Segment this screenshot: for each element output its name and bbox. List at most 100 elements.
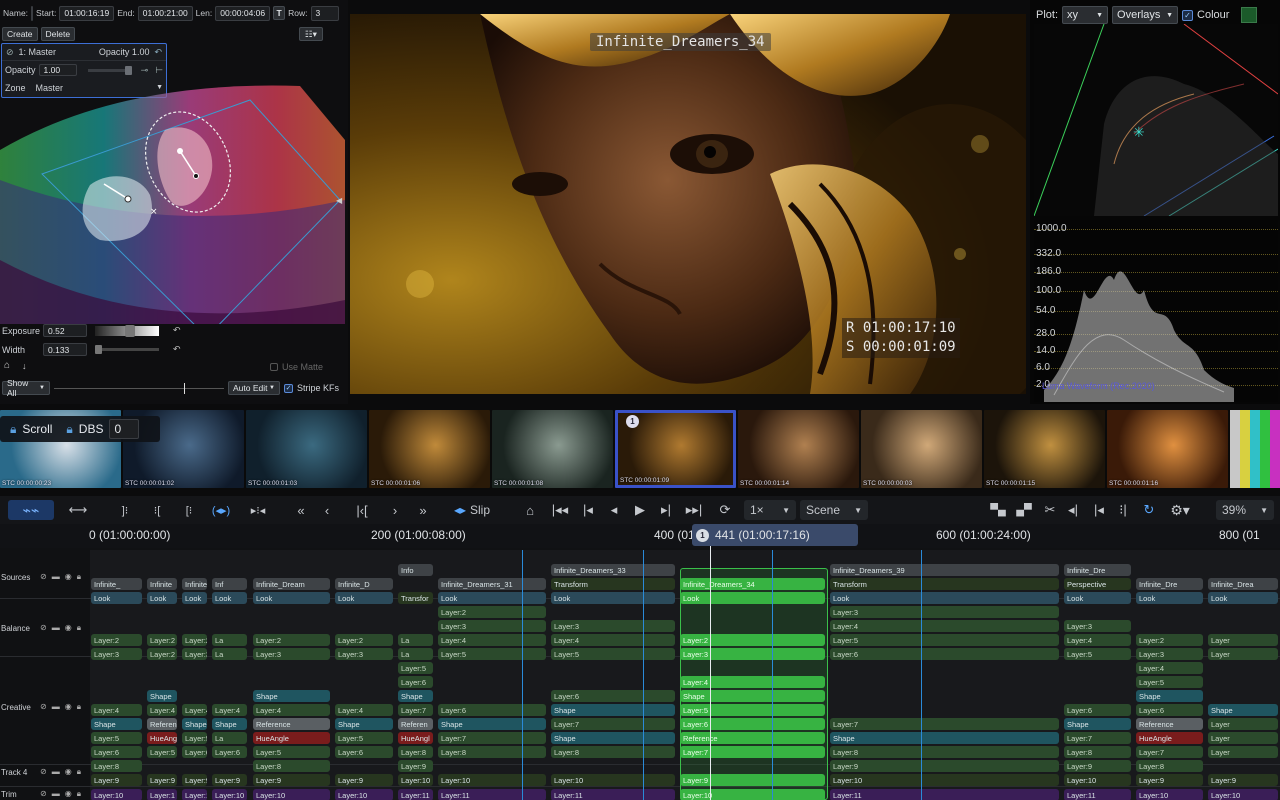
timeline-clip[interactable]: Layer:9 [1064, 760, 1131, 772]
track-sources[interactable]: Sources ⊘▬◉🔒︎ [0, 571, 90, 583]
list-menu-icon[interactable]: ☷▾ [299, 27, 323, 41]
timeline-clip[interactable]: Layer:2 [253, 634, 330, 646]
scrub-slider[interactable] [54, 382, 224, 394]
ripple-icon[interactable]: (◂▸) [206, 500, 236, 520]
tape-mode-icon[interactable]: ⌁⌁ [8, 500, 54, 520]
slip-button[interactable]: ◂▸ Slip [448, 500, 496, 520]
timeline-clip[interactable]: Reference [680, 732, 825, 744]
timeline-clip[interactable]: Layer:6 [1064, 704, 1131, 716]
timeline-clip[interactable]: Inf [212, 578, 247, 590]
delete-button[interactable]: Delete [40, 27, 76, 41]
timeline-clip[interactable]: Layer:5 [398, 662, 433, 674]
timeline-clip[interactable]: Layer:8 [438, 746, 546, 758]
timeline-clip[interactable]: Shape [1136, 690, 1203, 702]
trim-left-icon[interactable]: ]⁝ [114, 500, 136, 520]
opacity-field[interactable]: 1.00 [38, 64, 77, 76]
timeline-clip[interactable]: Infinite_D [335, 578, 393, 590]
start-field[interactable]: 01:00:16:19 [59, 5, 115, 21]
timeline-clip[interactable]: Layer:10 [212, 789, 247, 800]
auto-edit-dropdown[interactable]: Auto Edit ▼ [228, 381, 280, 395]
thumbnail-8[interactable]: STC 00:00:01:15 [984, 410, 1105, 488]
exposure-field[interactable]: 0.52 [43, 324, 87, 337]
timeline-clip[interactable]: Layer:5 [253, 746, 330, 758]
timeline-clip[interactable]: Transform [830, 578, 1059, 590]
timeline-clip[interactable]: Infinite_Dream [253, 578, 330, 590]
show-all-dropdown[interactable]: Show All ▼ [2, 378, 50, 398]
create-button[interactable]: Create [2, 27, 38, 41]
colour-checkbox[interactable]: ✓ [1182, 9, 1194, 21]
timeline-clip[interactable]: Layer:2 [182, 634, 207, 646]
timeline-clip[interactable]: La [212, 732, 247, 744]
timeline-clip[interactable]: Layer:2 [1136, 634, 1203, 646]
timeline-clip[interactable]: Layer:1 [147, 789, 177, 800]
timeline-clip[interactable]: Look [91, 592, 142, 604]
timeline-clip[interactable]: Layer:3 [335, 648, 393, 660]
timeline-clip[interactable]: La [398, 648, 433, 660]
timeline-clip[interactable]: Look [1136, 592, 1203, 604]
timeline-clip[interactable]: Layer:8 [398, 746, 433, 758]
timeline-clip[interactable]: Layer:6 [91, 746, 142, 758]
use-matte-checkbox[interactable] [270, 363, 278, 371]
timeline-clip[interactable]: Layer:4 [91, 704, 142, 716]
timeline-clip[interactable]: Shape [335, 718, 393, 730]
timeline-clip[interactable]: Infinite [147, 578, 177, 590]
timeline-clip[interactable]: Infinite_Dre [1064, 564, 1131, 576]
timeline-clip[interactable]: Layer:10 [398, 774, 433, 786]
timeline-clip[interactable]: HueAngle [1136, 732, 1203, 744]
timeline-clip[interactable]: Layer:4 [680, 676, 825, 688]
len-field[interactable]: 00:00:04:06 [215, 5, 271, 21]
timeline-clip[interactable]: Layer:3 [680, 648, 825, 660]
thumbnail-6[interactable]: STC 00:00:01:14 [738, 410, 859, 488]
timeline-clip[interactable]: Layer:3 [1064, 620, 1131, 632]
cut-icon[interactable]: ✂ [1040, 500, 1060, 520]
trim-right-icon[interactable]: [⁝ [178, 500, 200, 520]
timeline-clip[interactable]: Layer:2 [91, 634, 142, 646]
timeline-clip[interactable]: Shape [680, 690, 825, 702]
timeline-clip[interactable]: Layer:9 [1136, 774, 1203, 786]
scene-dropdown[interactable]: Scene ▼ [800, 500, 868, 520]
timeline-clip[interactable]: Layer:9 [680, 774, 825, 786]
timeline-clip[interactable]: Layer:5 [1064, 648, 1131, 660]
stack-up-icon[interactable]: ▀▄ [988, 500, 1008, 520]
track-creative[interactable]: Creative ⊘▬◉🔒︎ [0, 701, 90, 713]
timeline-clip[interactable]: Shape [398, 690, 433, 702]
next-icon[interactable]: › [386, 500, 404, 520]
timeline-clip[interactable]: La [398, 634, 433, 646]
timeline-clip[interactable]: Layer:3 [91, 648, 142, 660]
timeline-clip[interactable]: Layer [1208, 634, 1278, 646]
fit-width-icon[interactable]: ⟷ [64, 500, 92, 520]
timeline-clip[interactable]: Layer:5 [680, 704, 825, 716]
timeline-clip[interactable]: Layer:6 [398, 676, 433, 688]
timeline-clip[interactable]: Infinite_Drea [1208, 578, 1278, 590]
timeline-clip[interactable]: Layer:7 [830, 718, 1059, 730]
timeline-clip[interactable]: Layer:11 [398, 789, 433, 800]
prev-edit-icon[interactable]: |‹[ [348, 500, 376, 520]
lift-icon[interactable]: ⌂ [520, 500, 540, 520]
timeline-clip[interactable]: Layer:8 [1064, 746, 1131, 758]
timeline-clip[interactable]: Layer:9 [335, 774, 393, 786]
timeline-clip[interactable]: Layer:10 [438, 774, 546, 786]
timeline[interactable]: 0 (01:00:00:00) 200 (01:00:08:00) 400 (0… [0, 524, 1280, 800]
timeline-clip[interactable]: Layer:10 [1208, 789, 1278, 800]
timeline-clip[interactable]: Layer:9 [253, 774, 330, 786]
hue-wheel-view[interactable]: × [0, 84, 345, 324]
bypass-icon[interactable]: ⊘ [6, 47, 14, 58]
timeline-clip[interactable]: Layer:6 [212, 746, 247, 758]
marker-icon[interactable]: ⁝| [1114, 500, 1132, 520]
timeline-clip[interactable]: Info [398, 564, 433, 576]
timeline-clip[interactable]: Layer:2 [438, 606, 546, 618]
timeline-clip[interactable]: HueAngle [147, 732, 177, 744]
timeline-clip[interactable]: Reference [1136, 718, 1203, 730]
keyframe-line[interactable] [643, 550, 644, 800]
timeline-clip[interactable]: Layer:10 [1064, 774, 1131, 786]
timeline-clip[interactable]: Layer:5 [147, 746, 177, 758]
timeline-clip[interactable]: Infinite_Dreamers_31 [438, 578, 546, 590]
timeline-clip[interactable]: Look [182, 592, 207, 604]
timeline-clip[interactable]: Layer:2 [147, 648, 177, 660]
timeline-clip[interactable]: Referen [147, 718, 177, 730]
timeline-clip[interactable]: Layer:8 [551, 746, 675, 758]
timeline-clip[interactable]: La [212, 634, 247, 646]
timeline-clip[interactable]: Layer:5 [1136, 676, 1203, 688]
keyframe-icon[interactable]: ⊢ [155, 65, 163, 76]
timeline-clip[interactable]: Layer:9 [830, 760, 1059, 772]
